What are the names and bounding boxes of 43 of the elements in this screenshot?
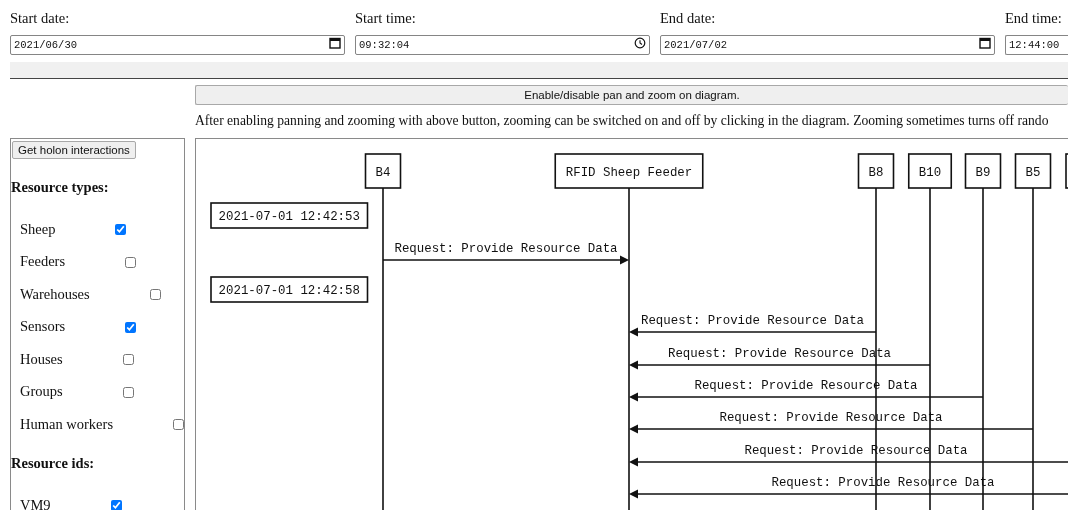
participant-box: B9 [964,152,1002,189]
date-field[interactable]: 2021/07/02 [660,35,995,55]
checkbox[interactable] [110,500,122,510]
filter-label: Sensors [20,317,66,337]
timestamp-label: 2021-07-01 12:42:53 [210,201,369,229]
field-label: End time: [1005,10,1062,26]
filter-label: Feeders [20,252,66,272]
section-title: Resource types: [11,177,109,197]
participant-box: RFID Sheep Feeder [554,152,704,189]
pan-zoom-button[interactable]: Enable/disable pan and zoom on diagram. [195,85,1068,105]
time-field[interactable]: 12:44:00 [1005,35,1068,55]
field-label: Start date: [10,10,70,26]
calendar-icon[interactable] [329,37,341,49]
filter-label: Warehouses [20,284,90,304]
get-interactions-button[interactable]: Get holon interactions [12,140,136,159]
checkbox[interactable] [122,386,134,398]
checkbox[interactable] [125,256,137,268]
date-field[interactable]: 2021/06/30 [10,35,345,55]
message-label: Request: Provide Resource Data [640,313,865,328]
checkbox[interactable] [173,419,185,430]
checkbox[interactable] [125,321,137,333]
message-label: Request: Provide Resource Data [394,241,618,256]
time-field[interactable]: 09:32:04 [355,35,650,55]
filter-label: Sheep [20,219,56,239]
participant-box [1065,152,1068,189]
filter-label: VM9 [20,495,51,510]
checkbox[interactable] [115,224,127,235]
hint-text: After enabling panning and zooming with above button, zooming can be switched on and off by clicking in the diagram. Zooming sometimes turns off rando [195,112,1049,130]
section-title: Resource ids: [11,453,95,473]
checkbox[interactable] [122,354,134,365]
filter-label: Groups [20,382,63,402]
field-label: End date: [660,10,716,26]
participant-box: B8 [857,152,895,189]
calendar-icon[interactable] [979,37,991,49]
field-label: Start time: [355,10,416,26]
timestamp-label: 2021-07-01 12:42:58 [210,275,369,303]
participant-box: B4 [364,152,402,189]
filter-label: Human workers [20,414,114,434]
filter-label: Houses [20,349,63,369]
participant-box: B5 [1014,152,1052,189]
participant-box: B10 [907,152,953,189]
clock-icon[interactable] [634,37,646,49]
checkbox[interactable] [149,289,161,300]
